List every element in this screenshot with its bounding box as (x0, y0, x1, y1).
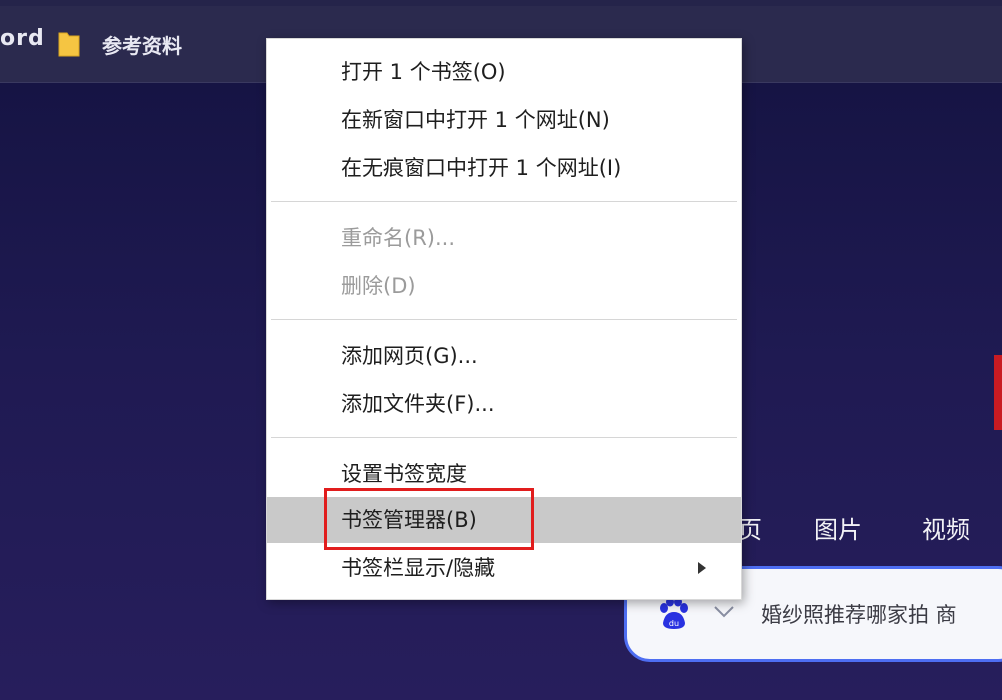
svg-text:du: du (669, 619, 679, 628)
highlight-annotation-box (324, 488, 534, 550)
folder-icon[interactable] (58, 30, 80, 58)
bookmark-folder-label[interactable]: 参考资料 (102, 30, 182, 59)
menu-item-label: 添加网页(G)... (341, 344, 478, 368)
menu-item-label: 重命名(R)... (341, 226, 456, 250)
search-input[interactable]: 婚纱照推荐哪家拍 商 (761, 599, 957, 629)
menu-item-open-incognito[interactable]: 在无痕窗口中打开 1 个网址(I) (267, 145, 741, 191)
bookmark-item-partial[interactable]: ord (0, 26, 45, 51)
menu-item-open-bookmark[interactable]: 打开 1 个书签(O) (267, 49, 741, 95)
menu-separator (271, 437, 737, 438)
menu-item-add-page[interactable]: 添加网页(G)... (267, 333, 741, 379)
menu-item-label: 书签栏显示/隐藏 (341, 556, 496, 580)
red-edge-element (994, 355, 1002, 430)
menu-item-label: 打开 1 个书签(O) (341, 60, 506, 84)
menu-item-toggle-bookmarks-bar[interactable]: 书签栏显示/隐藏 (267, 545, 741, 591)
menu-separator (271, 319, 737, 320)
menu-item-label: 添加文件夹(F)... (341, 392, 495, 416)
menu-item-add-folder[interactable]: 添加文件夹(F)... (267, 381, 741, 427)
chevron-down-icon[interactable] (713, 605, 735, 619)
top-edge (0, 0, 1002, 6)
menu-separator (271, 201, 737, 202)
menu-item-open-new-window[interactable]: 在新窗口中打开 1 个网址(N) (267, 97, 741, 143)
menu-item-delete: 删除(D) (267, 263, 741, 309)
menu-item-label: 删除(D) (341, 274, 416, 298)
menu-item-label: 在新窗口中打开 1 个网址(N) (341, 108, 610, 132)
menu-item-rename: 重命名(R)... (267, 215, 741, 261)
nav-tab-images[interactable]: 图片 (814, 510, 862, 545)
submenu-arrow-icon (698, 562, 706, 574)
baidu-paw-icon: du (660, 597, 688, 629)
nav-tab-video[interactable]: 视频 (922, 510, 970, 545)
menu-item-label: 在无痕窗口中打开 1 个网址(I) (341, 156, 622, 180)
